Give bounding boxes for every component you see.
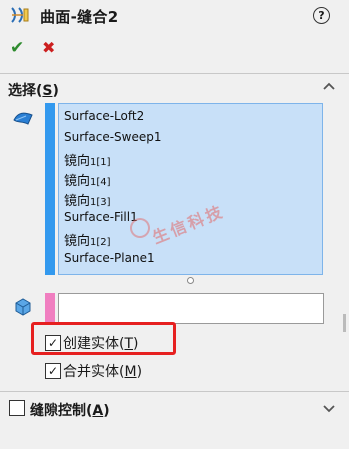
- body-selection-icon: [13, 297, 33, 321]
- scrollbar[interactable]: [343, 314, 346, 332]
- highlight-box: [31, 322, 176, 355]
- divider: [0, 391, 349, 392]
- collapse-chevron-icon[interactable]: [323, 80, 335, 94]
- feature-icon: [10, 6, 30, 28]
- help-button[interactable]: ?: [313, 7, 330, 24]
- cancel-button[interactable]: ✖: [42, 38, 55, 57]
- list-item[interactable]: Surface-Sweep1: [64, 130, 162, 144]
- selection-list[interactable]: Surface-Loft2 Surface-Sweep1 镜向1[1] 镜向1[…: [58, 103, 323, 275]
- expand-chevron-icon[interactable]: [323, 403, 335, 417]
- merge-entities-checkbox[interactable]: ✓: [45, 363, 61, 379]
- divider: [0, 73, 349, 74]
- merge-entities-label: 合并实体(M): [63, 364, 143, 380]
- selection-active-bar: [45, 103, 55, 275]
- list-item[interactable]: Surface-Fill1: [64, 210, 138, 224]
- list-item[interactable]: 镜向1[1]: [64, 150, 111, 169]
- body-selection-field[interactable]: [58, 293, 324, 324]
- section-title-selection[interactable]: 选择(S): [8, 80, 59, 100]
- list-item[interactable]: 镜向1[2]: [64, 230, 111, 249]
- resize-handle[interactable]: [187, 277, 194, 284]
- surface-selection-icon: [12, 110, 34, 130]
- ok-button[interactable]: ✔: [10, 38, 24, 58]
- section-title-gap-control[interactable]: 缝隙控制(A): [30, 400, 110, 420]
- list-item[interactable]: 镜向1[3]: [64, 190, 111, 209]
- page-title: 曲面-缝合2: [40, 8, 119, 26]
- list-item[interactable]: Surface-Plane1: [64, 251, 155, 265]
- list-item[interactable]: Surface-Loft2: [64, 109, 144, 123]
- list-item[interactable]: 镜向1[4]: [64, 170, 111, 189]
- body-selection-bar: [45, 293, 55, 323]
- gap-control-checkbox[interactable]: [9, 400, 25, 416]
